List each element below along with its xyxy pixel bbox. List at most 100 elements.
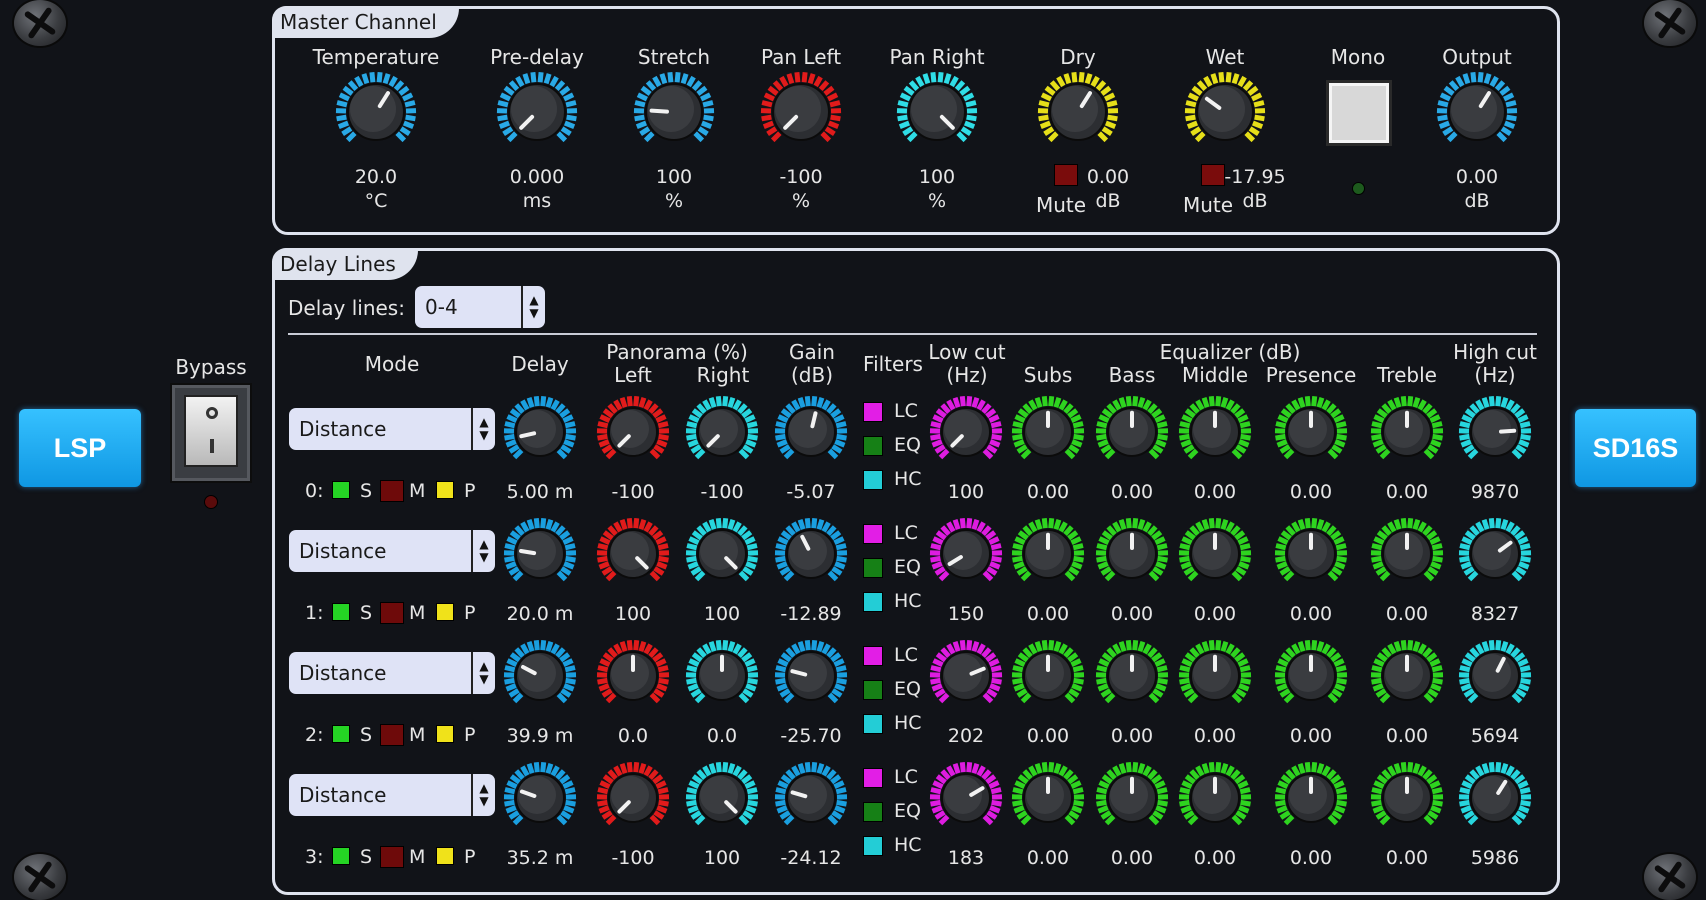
subs-knob[interactable]	[1010, 516, 1086, 592]
middle-knob[interactable]	[1177, 760, 1253, 836]
spinner-arrows-icon[interactable]: ▲ ▼	[521, 286, 545, 328]
lsp-logo-button[interactable]: LSP	[19, 409, 141, 487]
middle-knob[interactable]	[1177, 638, 1253, 714]
right-knob[interactable]	[684, 394, 760, 470]
delay-lines-selector[interactable]: 0-4 ▲ ▼	[415, 286, 545, 328]
middle-knob[interactable]	[1177, 516, 1253, 592]
mono-toggle[interactable]	[1326, 80, 1392, 146]
header-high-cut: High cut	[1453, 340, 1537, 364]
pre-delay-knob[interactable]	[495, 70, 579, 154]
lowcut-knob[interactable]	[928, 638, 1004, 714]
phase-toggle[interactable]	[436, 481, 454, 499]
left-knob[interactable]	[595, 760, 671, 836]
lc-filter-toggle[interactable]	[863, 524, 883, 544]
bass-knob[interactable]	[1094, 760, 1170, 836]
wet-knob[interactable]	[1183, 70, 1267, 154]
bass-knob[interactable]	[1094, 394, 1170, 470]
lc-filter-toggle[interactable]	[863, 768, 883, 788]
mute-toggle[interactable]	[380, 602, 404, 624]
delay-knob[interactable]	[502, 638, 578, 714]
presence-knob[interactable]	[1273, 394, 1349, 470]
mode-select[interactable]: Distance ▲ ▼	[289, 774, 495, 816]
solo-toggle[interactable]	[332, 725, 350, 743]
presence-value: 0.00	[1289, 725, 1333, 747]
gain-knob[interactable]	[773, 638, 849, 714]
hc-filter-toggle[interactable]	[863, 836, 883, 856]
pan-right-unit: %	[927, 190, 947, 212]
phase-toggle[interactable]	[436, 847, 454, 865]
subs-knob[interactable]	[1010, 394, 1086, 470]
gain-knob[interactable]	[773, 516, 849, 592]
bypass-switch[interactable]	[170, 383, 252, 483]
delay-knob[interactable]	[502, 760, 578, 836]
left-knob[interactable]	[595, 516, 671, 592]
left-knob[interactable]	[595, 394, 671, 470]
plugin-name-button[interactable]: SD16S	[1575, 409, 1696, 487]
mode-select[interactable]: Distance ▲ ▼	[289, 530, 495, 572]
lowcut-knob[interactable]	[928, 760, 1004, 836]
stretch-knob[interactable]	[632, 70, 716, 154]
right-knob[interactable]	[684, 638, 760, 714]
eq-filter-toggle[interactable]	[863, 436, 883, 456]
dry-mute-button[interactable]	[1054, 164, 1078, 186]
treble-knob[interactable]	[1369, 394, 1445, 470]
spinner-arrows-icon[interactable]: ▲ ▼	[471, 408, 495, 450]
temperature-knob[interactable]	[334, 70, 418, 154]
eq-filter-toggle[interactable]	[863, 680, 883, 700]
phase-toggle[interactable]	[436, 725, 454, 743]
mute-toggle[interactable]	[380, 846, 404, 868]
highcut-knob[interactable]	[1457, 760, 1533, 836]
lc-filter-toggle[interactable]	[863, 402, 883, 422]
treble-knob[interactable]	[1369, 638, 1445, 714]
lc-filter-toggle[interactable]	[863, 646, 883, 666]
gain-knob[interactable]	[773, 760, 849, 836]
highcut-knob[interactable]	[1457, 638, 1533, 714]
bass-knob[interactable]	[1094, 638, 1170, 714]
treble-knob[interactable]	[1369, 516, 1445, 592]
lowcut-knob[interactable]	[928, 394, 1004, 470]
right-knob[interactable]	[684, 760, 760, 836]
solo-toggle[interactable]	[332, 481, 350, 499]
wet-mute-label: Mute	[1182, 193, 1234, 217]
treble-knob[interactable]	[1369, 760, 1445, 836]
spinner-arrows-icon[interactable]: ▲ ▼	[471, 774, 495, 816]
mode-select[interactable]: Distance ▲ ▼	[289, 652, 495, 694]
dry-knob[interactable]	[1036, 70, 1120, 154]
hc-filter-toggle[interactable]	[863, 592, 883, 612]
presence-knob[interactable]	[1273, 638, 1349, 714]
presence-knob[interactable]	[1273, 760, 1349, 836]
spinner-arrows-icon[interactable]: ▲ ▼	[471, 530, 495, 572]
header-delay: Delay	[511, 352, 569, 376]
eq-filter-toggle[interactable]	[863, 802, 883, 822]
gain-knob[interactable]	[773, 394, 849, 470]
left-value: -100	[611, 847, 655, 869]
spinner-arrows-icon[interactable]: ▲ ▼	[471, 652, 495, 694]
subs-knob[interactable]	[1010, 638, 1086, 714]
subs-knob[interactable]	[1010, 760, 1086, 836]
hc-filter-toggle[interactable]	[863, 714, 883, 734]
presence-knob[interactable]	[1273, 516, 1349, 592]
pre-delay-label: Pre-delay	[490, 45, 584, 69]
eq-filter-toggle[interactable]	[863, 558, 883, 578]
mute-toggle[interactable]	[380, 480, 404, 502]
highcut-knob[interactable]	[1457, 394, 1533, 470]
middle-knob[interactable]	[1177, 394, 1253, 470]
right-knob[interactable]	[684, 516, 760, 592]
highcut-knob[interactable]	[1457, 516, 1533, 592]
bass-knob[interactable]	[1094, 516, 1170, 592]
wet-mute-button[interactable]	[1201, 164, 1225, 186]
pan-left-knob[interactable]	[759, 70, 843, 154]
delay-knob[interactable]	[502, 394, 578, 470]
solo-toggle[interactable]	[332, 603, 350, 621]
hc-filter-toggle[interactable]	[863, 470, 883, 490]
delay-knob[interactable]	[502, 516, 578, 592]
output-knob[interactable]	[1435, 70, 1519, 154]
lowcut-knob[interactable]	[928, 516, 1004, 592]
phase-toggle[interactable]	[436, 603, 454, 621]
mode-select[interactable]: Distance ▲ ▼	[289, 408, 495, 450]
solo-toggle[interactable]	[332, 847, 350, 865]
pan-right-value: 100	[918, 166, 956, 188]
left-knob[interactable]	[595, 638, 671, 714]
mute-toggle[interactable]	[380, 724, 404, 746]
pan-right-knob[interactable]	[895, 70, 979, 154]
